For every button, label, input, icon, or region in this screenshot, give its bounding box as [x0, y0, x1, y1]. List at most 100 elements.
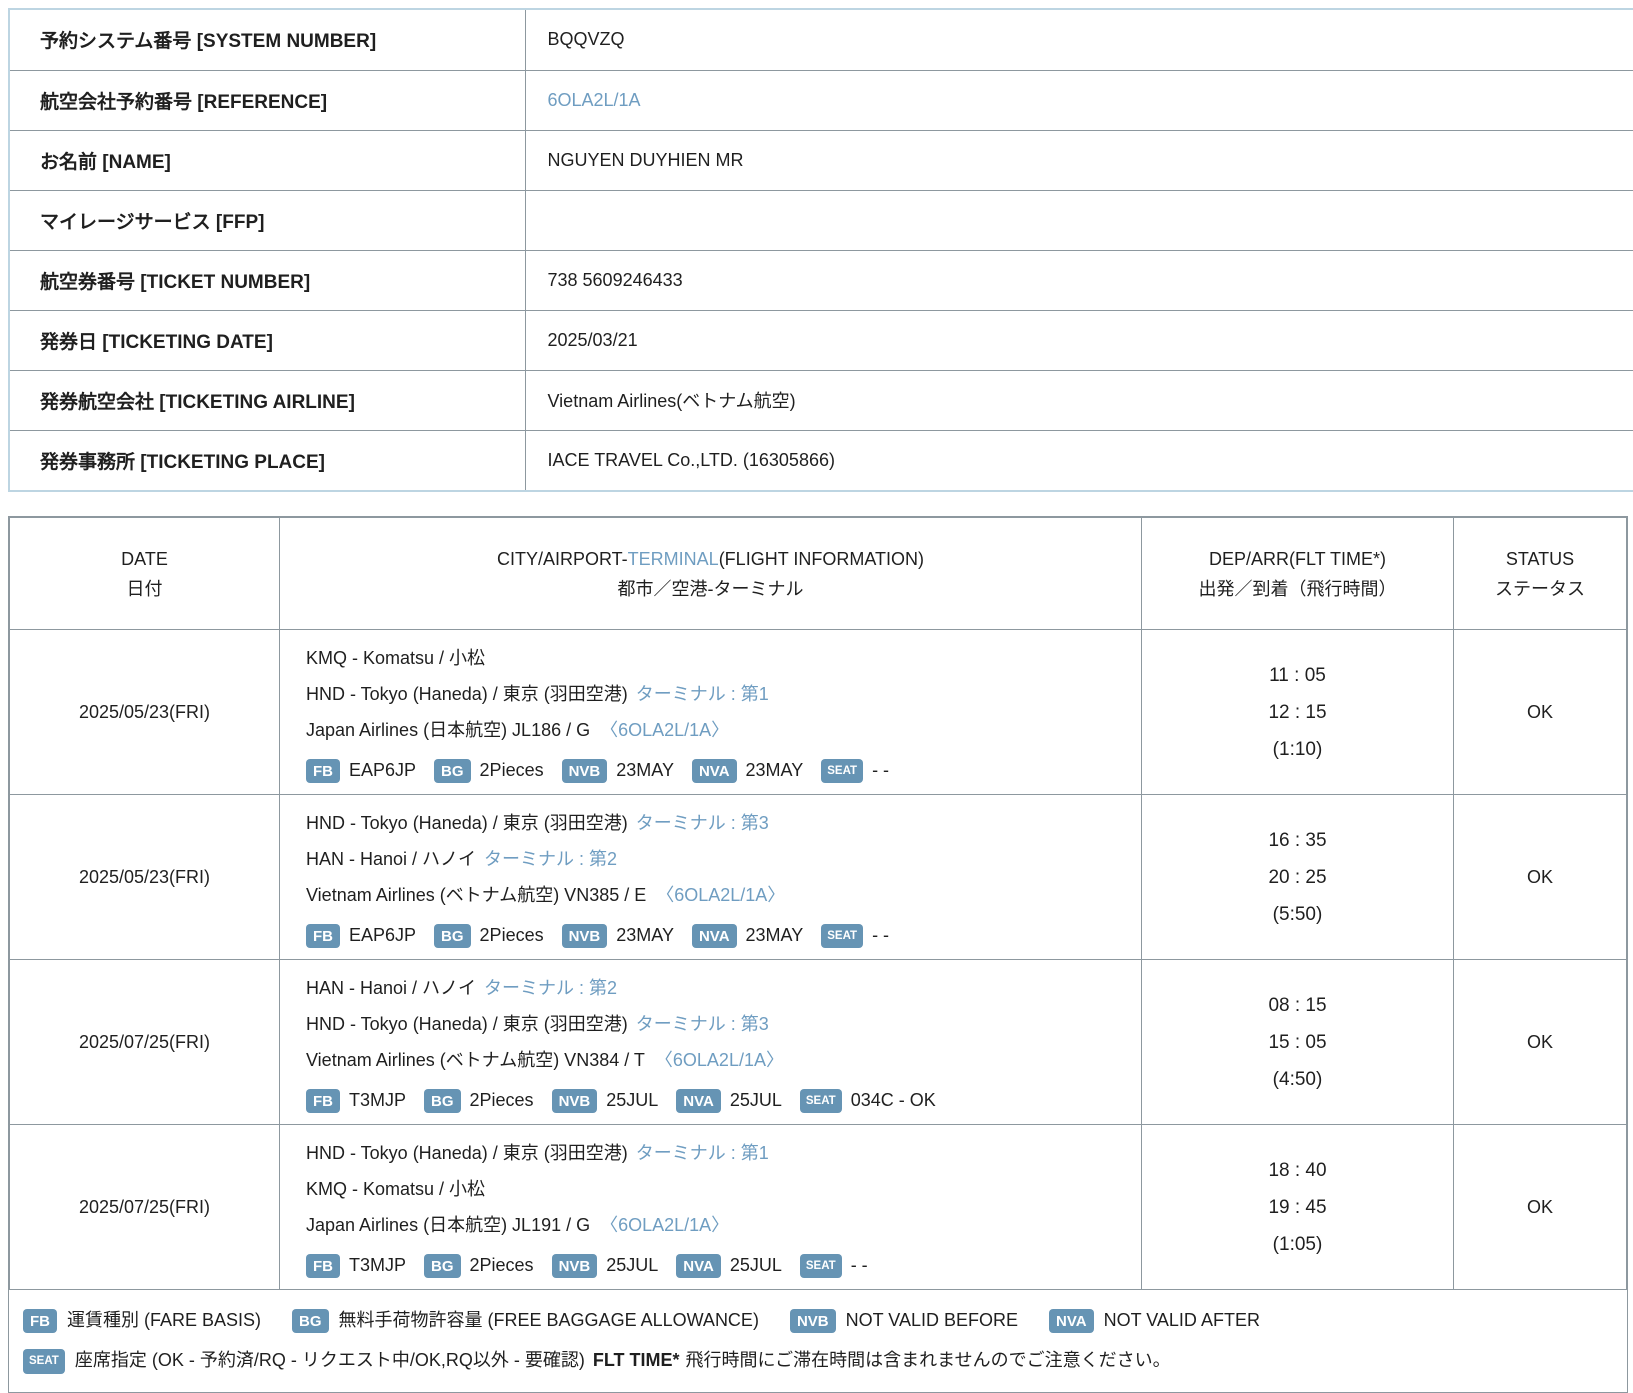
airline-reference-link[interactable]: 〈6OLA2L/1A〉: [655, 1050, 784, 1070]
booking-label: 発券事務所 [TICKETING PLACE]: [10, 430, 525, 490]
baggage-value: 2Pieces: [470, 1255, 534, 1275]
arrival-time: 12 : 15: [1143, 694, 1452, 731]
nvb-value: 23MAY: [616, 925, 674, 945]
terminal-link[interactable]: ターミナル : 第2: [484, 849, 617, 869]
seat-value: - -: [851, 1255, 868, 1275]
legend: FB運賃種別 (FARE BASIS) BG無料手荷物許容量 (FREE BAG…: [9, 1290, 1627, 1392]
departure-time: 16 : 35: [1143, 822, 1452, 859]
bg-badge: BG: [424, 1254, 461, 1278]
terminal-link[interactable]: ターミナル : 第3: [636, 1014, 769, 1034]
flight-time: (5:50): [1143, 896, 1452, 933]
terminal-link[interactable]: ターミナル : 第1: [636, 1143, 769, 1163]
flight-info-line: Japan Airlines (日本航空) JL186 / G〈6OLA2L/1…: [306, 712, 1131, 748]
fare-badges-line: FBT3MJPBG2PiecesNVB25JULNVA25JULSEAT034C…: [306, 1083, 1131, 1117]
seat-value: - -: [872, 925, 889, 945]
airline-reference-link[interactable]: 〈6OLA2L/1A〉: [600, 1215, 729, 1235]
fare-basis-value: T3MJP: [349, 1090, 406, 1110]
flight-date: 2025/05/23(FRI): [10, 795, 280, 960]
legend-line-1: FB運賃種別 (FARE BASIS) BG無料手荷物許容量 (FREE BAG…: [23, 1300, 1615, 1340]
nvb-value: 25JUL: [606, 1255, 658, 1275]
itinerary-header-row: DATE 日付 CITY/AIRPORT-TERMINAL(FLIGHT INF…: [10, 518, 1627, 630]
legend-nvb-text: NOT VALID BEFORE: [846, 1310, 1018, 1330]
fb-badge: FB: [306, 1254, 340, 1278]
nvb-badge: NVB: [562, 924, 608, 948]
bg-badge: BG: [424, 1089, 461, 1113]
departure-time: 08 : 15: [1143, 987, 1452, 1024]
flight-row: 2025/05/23(FRI) HND - Tokyo (Haneda) / 東…: [10, 795, 1627, 960]
header-city-airport: CITY/AIRPORT-TERMINAL(FLIGHT INFORMATION…: [280, 518, 1142, 630]
nva-value: 23MAY: [746, 925, 804, 945]
legend-flt-time-label: FLT TIME*: [593, 1350, 680, 1370]
header-dep-arr: DEP/ARR(FLT TIME*) 出発／到着（飛行時間）: [1142, 518, 1454, 630]
nva-value: 25JUL: [730, 1090, 782, 1110]
legend-flt-time-note: 飛行時間にご滞在時間は含まれませんのでご注意ください。: [685, 1350, 1170, 1370]
flight-row: 2025/07/25(FRI) HAN - Hanoi / ハノイターミナル :…: [10, 960, 1627, 1125]
nvb-badge: NVB: [552, 1089, 598, 1113]
header-status: STATUS ステータス: [1454, 518, 1627, 630]
origin-line: HAN - Hanoi / ハノイターミナル : 第2: [306, 970, 1131, 1006]
dep-arr-times: 11 : 05 12 : 15 (1:10): [1142, 630, 1454, 795]
flight-date: 2025/05/23(FRI): [10, 630, 280, 795]
status-value: OK: [1454, 795, 1627, 960]
fare-basis-value: EAP6JP: [349, 760, 416, 780]
seat-value: - -: [872, 760, 889, 780]
flight-row: 2025/07/25(FRI) HND - Tokyo (Haneda) / 東…: [10, 1125, 1627, 1290]
booking-label: 発券航空会社 [TICKETING AIRLINE]: [10, 370, 525, 430]
flight-date: 2025/07/25(FRI): [10, 1125, 280, 1290]
flight-info-line: Vietnam Airlines (ベトナム航空) VN384 / T〈6OLA…: [306, 1042, 1131, 1078]
flight-date: 2025/07/25(FRI): [10, 960, 280, 1125]
passenger-name-value: NGUYEN DUYHIEN MR: [525, 130, 1633, 190]
booking-info-table: 予約システム番号 [SYSTEM NUMBER] BQQVZQ 航空会社予約番号…: [8, 8, 1633, 492]
booking-row-system-number: 予約システム番号 [SYSTEM NUMBER] BQQVZQ: [10, 10, 1633, 70]
booking-label: 予約システム番号 [SYSTEM NUMBER]: [10, 10, 525, 70]
seat-badge: SEAT: [821, 924, 863, 949]
airline-reference-link[interactable]: 〈6OLA2L/1A〉: [600, 720, 729, 740]
dep-arr-times: 16 : 35 20 : 25 (5:50): [1142, 795, 1454, 960]
destination-line: HAN - Hanoi / ハノイターミナル : 第2: [306, 841, 1131, 877]
terminal-link[interactable]: ターミナル : 第3: [636, 813, 769, 833]
flight-info-line: Japan Airlines (日本航空) JL191 / G〈6OLA2L/1…: [306, 1207, 1131, 1243]
nvb-badge: NVB: [790, 1309, 836, 1333]
terminal-link[interactable]: ターミナル : 第1: [636, 684, 769, 704]
itinerary-table: DATE 日付 CITY/AIRPORT-TERMINAL(FLIGHT INF…: [8, 516, 1628, 1393]
booking-label: お名前 [NAME]: [10, 130, 525, 190]
ticketing-place-value: IACE TRAVEL Co.,LTD. (16305866): [525, 430, 1633, 490]
booking-label: 航空券番号 [TICKET NUMBER]: [10, 250, 525, 310]
booking-row-reference: 航空会社予約番号 [REFERENCE] 6OLA2L/1A: [10, 70, 1633, 130]
nvb-badge: NVB: [562, 759, 608, 783]
reference-link[interactable]: 6OLA2L/1A: [548, 90, 641, 110]
nvb-value: 23MAY: [616, 760, 674, 780]
booking-label: 航空会社予約番号 [REFERENCE]: [10, 70, 525, 130]
booking-row-ticketing-airline: 発券航空会社 [TICKETING AIRLINE] Vietnam Airli…: [10, 370, 1633, 430]
fare-basis-value: T3MJP: [349, 1255, 406, 1275]
fare-badges-line: FBEAP6JPBG2PiecesNVB23MAYNVA23MAYSEAT- -: [306, 918, 1131, 952]
fb-badge: FB: [306, 759, 340, 783]
booking-row-ticketing-place: 発券事務所 [TICKETING PLACE] IACE TRAVEL Co.,…: [10, 430, 1633, 490]
booking-row-name: お名前 [NAME] NGUYEN DUYHIEN MR: [10, 130, 1633, 190]
status-value: OK: [1454, 630, 1627, 795]
origin-line: HND - Tokyo (Haneda) / 東京 (羽田空港)ターミナル : …: [306, 1135, 1131, 1171]
flight-info-line: Vietnam Airlines (ベトナム航空) VN385 / E〈6OLA…: [306, 877, 1131, 913]
status-value: OK: [1454, 960, 1627, 1125]
origin-line: HND - Tokyo (Haneda) / 東京 (羽田空港)ターミナル : …: [306, 805, 1131, 841]
departure-time: 11 : 05: [1143, 657, 1452, 694]
terminal-link[interactable]: ターミナル : 第2: [484, 978, 617, 998]
legend-fb-text: 運賃種別 (FARE BASIS): [67, 1310, 261, 1330]
dep-arr-times: 08 : 15 15 : 05 (4:50): [1142, 960, 1454, 1125]
nva-badge: NVA: [692, 759, 737, 783]
baggage-value: 2Pieces: [480, 760, 544, 780]
arrival-time: 20 : 25: [1143, 859, 1452, 896]
fare-basis-value: EAP6JP: [349, 925, 416, 945]
airline-reference-link[interactable]: 〈6OLA2L/1A〉: [656, 885, 785, 905]
seat-badge: SEAT: [800, 1254, 842, 1279]
status-value: OK: [1454, 1125, 1627, 1290]
booking-label: 発券日 [TICKETING DATE]: [10, 310, 525, 370]
arrival-time: 15 : 05: [1143, 1024, 1452, 1061]
nva-value: 25JUL: [730, 1255, 782, 1275]
system-number-value: BQQVZQ: [525, 10, 1633, 70]
bg-badge: BG: [434, 924, 471, 948]
nvb-badge: NVB: [552, 1254, 598, 1278]
fb-badge: FB: [306, 924, 340, 948]
booking-row-ffp: マイレージサービス [FFP]: [10, 190, 1633, 250]
destination-line: KMQ - Komatsu / 小松: [306, 1171, 1131, 1207]
